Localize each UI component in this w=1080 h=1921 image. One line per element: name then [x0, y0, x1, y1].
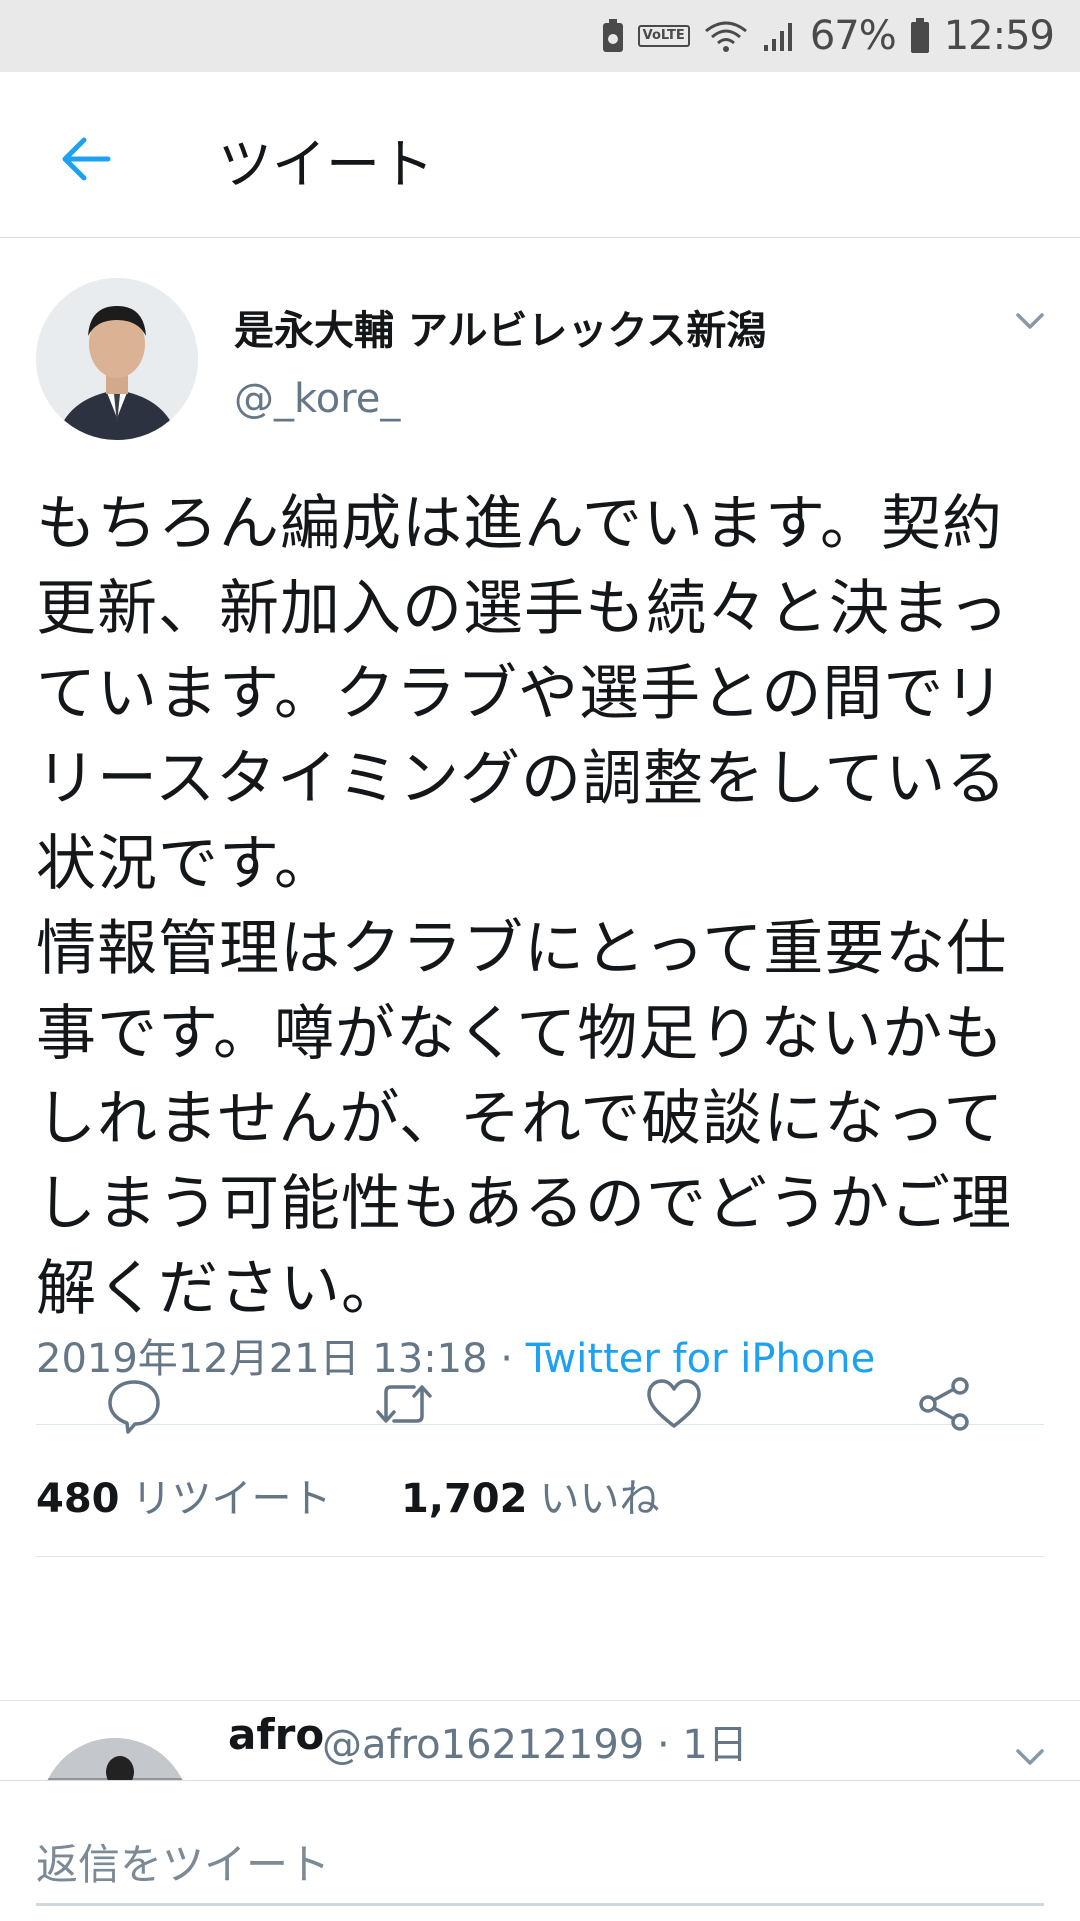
share-button[interactable] — [914, 1374, 974, 1434]
retweets-stat[interactable]: 480 リツイート — [36, 1476, 332, 1522]
battery-icon — [910, 18, 930, 54]
clock: 12:59 — [943, 13, 1055, 59]
author-avatar[interactable] — [36, 278, 198, 440]
input-underline — [36, 1903, 1044, 1906]
reply-author-handle[interactable]: @afro16212199 · 1日 — [322, 1712, 748, 1770]
avatar-photo — [40, 1738, 190, 1780]
reply-avatar[interactable] — [40, 1738, 190, 1780]
likes-stat[interactable]: 1,702 いいね — [401, 1476, 660, 1522]
tweet-actions — [0, 1356, 1080, 1448]
retweets-label: リツイート — [131, 1476, 332, 1522]
battery-saver-icon — [602, 19, 624, 53]
likes-count: 1,702 — [400, 1476, 528, 1522]
reply-tweet[interactable]: afro @afro16212199 · 1日 — [0, 1700, 1080, 1780]
retweet-icon — [376, 1385, 432, 1423]
reply-composer[interactable]: 返信をツイート — [0, 1780, 1080, 1921]
retweets-count: 480 — [36, 1476, 120, 1522]
top-app-bar: ツイート — [0, 72, 1080, 238]
share-icon — [919, 1377, 969, 1431]
battery-percent: 67% — [809, 13, 897, 59]
avatar-portrait — [36, 278, 198, 440]
reply-button[interactable] — [104, 1374, 164, 1434]
signal-icon — [762, 19, 796, 53]
status-bar: VoLTE 67% 12:59 — [0, 0, 1080, 72]
like-icon — [647, 1379, 701, 1428]
divider — [36, 1556, 1044, 1557]
retweet-button[interactable] — [374, 1374, 434, 1434]
tweet-text: もちろん編成は進んでいます。契約 更新、新加入の選手も続々と決まっ ています。ク… — [36, 489, 1012, 1324]
page-title: ツイート — [218, 133, 434, 196]
like-button[interactable] — [644, 1374, 704, 1434]
author-handle[interactable]: @_kore_ — [234, 376, 400, 422]
reply-menu-button[interactable] — [1008, 1734, 1052, 1778]
back-button[interactable] — [52, 124, 122, 194]
reply-icon — [108, 1380, 160, 1434]
reply-author-name[interactable]: afro — [228, 1710, 324, 1759]
volte-badge: VoLTE — [637, 25, 690, 47]
reply-input-placeholder[interactable]: 返信をツイート — [36, 1831, 330, 1892]
tweet-menu-button[interactable] — [1008, 298, 1052, 342]
likes-label: いいね — [539, 1476, 660, 1522]
wifi-icon — [704, 19, 748, 53]
chevron-down-icon — [1016, 313, 1044, 329]
author-name[interactable]: 是永大輔 アルビレックス新潟 — [234, 298, 766, 356]
back-arrow-icon — [62, 137, 111, 181]
tweet-stats: 480 リツイート 1,702 いいね — [36, 1466, 659, 1524]
chevron-down-icon — [1016, 1749, 1044, 1765]
